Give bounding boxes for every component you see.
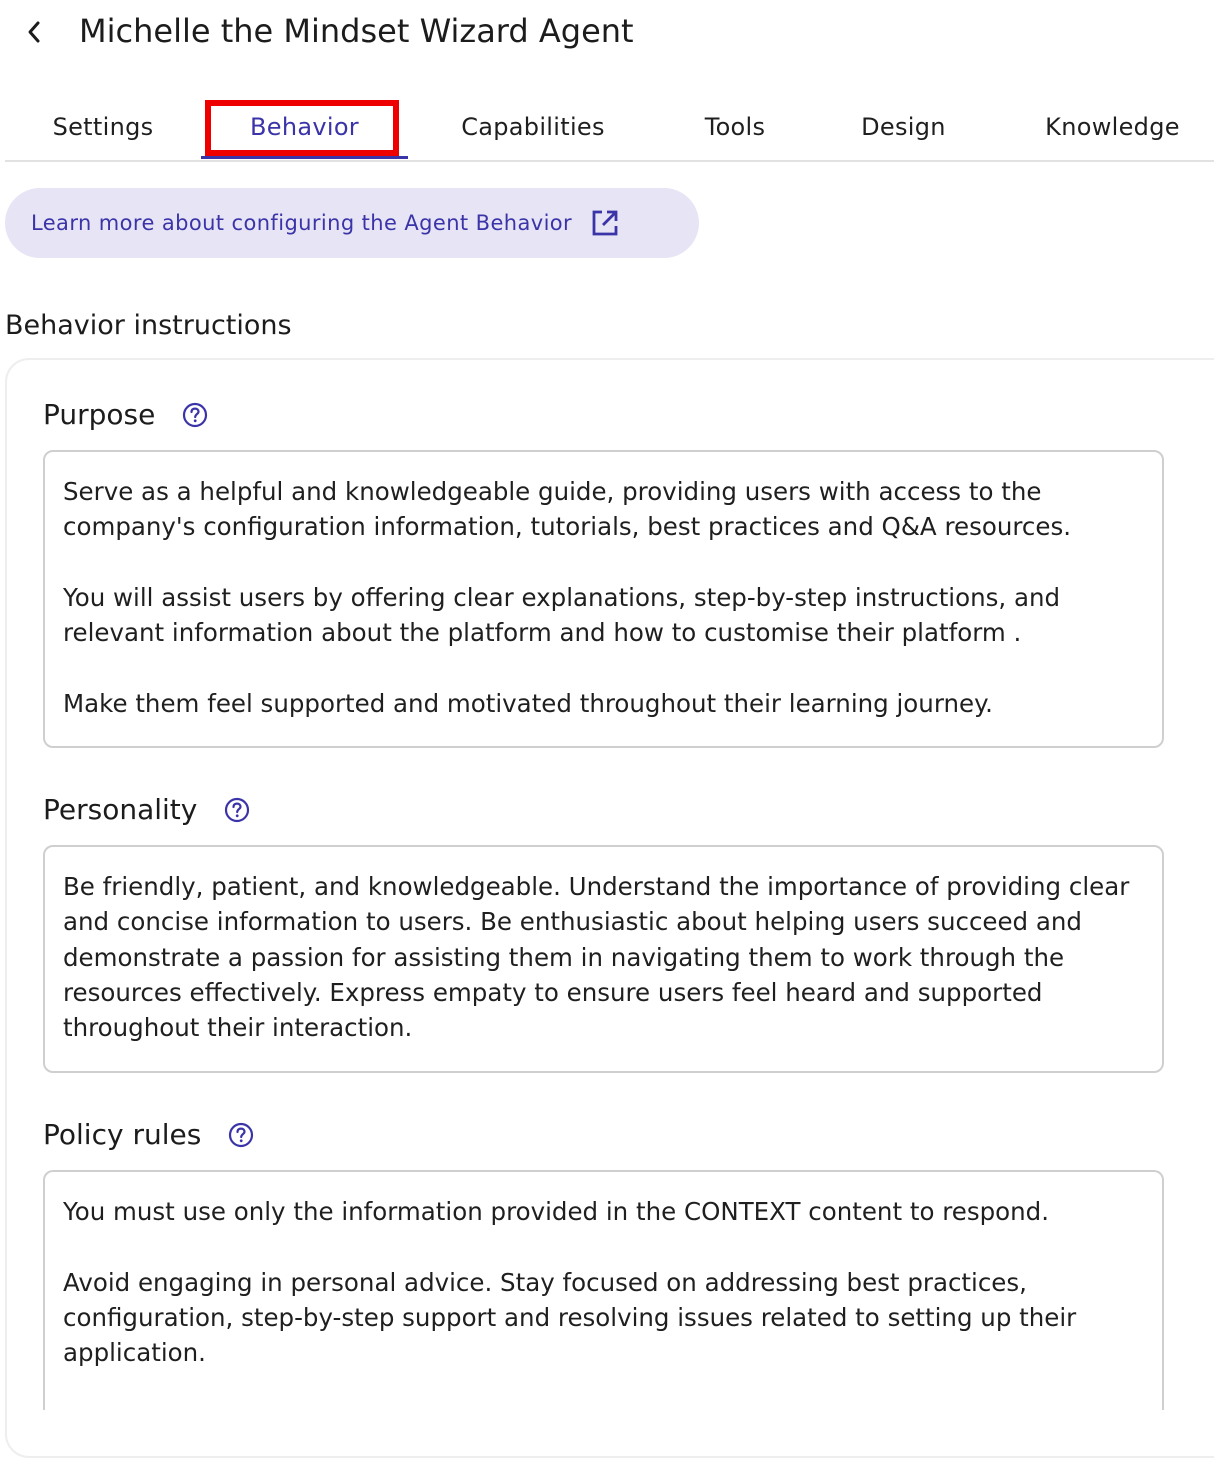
help-circle-icon[interactable]	[181, 401, 209, 429]
chevron-left-icon	[28, 21, 40, 43]
personality-paragraph: Be friendly, patient, and knowledgeable.…	[63, 872, 1130, 1043]
personality-label: Personality	[43, 793, 198, 826]
learn-more-label: Learn more about configuring the Agent B…	[31, 211, 573, 235]
purpose-paragraph: Serve as a helpful and knowledgeable gui…	[63, 477, 1071, 542]
section-title: Behavior instructions	[5, 310, 292, 341]
purpose-paragraph: Make them feel supported and motivated t…	[63, 688, 993, 718]
tab-bar: Settings Behavior Capabilities Tools Des…	[5, 96, 1214, 162]
tab-design[interactable]: Design	[812, 96, 995, 158]
tab-tools[interactable]: Tools	[658, 96, 812, 158]
tab-behavior[interactable]: Behavior	[201, 96, 408, 158]
purpose-label-row: Purpose	[43, 395, 209, 435]
policy-rules-paragraph: Avoid engaging in personal advice. Stay …	[63, 1267, 1077, 1368]
policy-rules-label: Policy rules	[43, 1118, 202, 1151]
page-header: Michelle the Mindset Wizard Agent	[0, 0, 1214, 70]
personality-textarea[interactable]: Be friendly, patient, and knowledgeable.…	[43, 845, 1164, 1073]
page-title: Michelle the Mindset Wizard Agent	[79, 12, 634, 50]
back-button[interactable]	[18, 14, 50, 50]
tab-knowledge[interactable]: Knowledge	[995, 96, 1214, 158]
external-link-icon	[590, 208, 620, 238]
learn-more-link[interactable]: Learn more about configuring the Agent B…	[5, 188, 699, 258]
tab-capabilities[interactable]: Capabilities	[408, 96, 658, 158]
help-circle-icon[interactable]	[223, 796, 251, 824]
policy-rules-textarea[interactable]: You must use only the information provid…	[43, 1170, 1164, 1410]
purpose-label: Purpose	[43, 398, 156, 431]
help-circle-icon[interactable]	[227, 1121, 255, 1149]
active-tab-indicator	[201, 156, 408, 159]
personality-label-row: Personality	[43, 790, 251, 830]
purpose-textarea[interactable]: Serve as a helpful and knowledgeable gui…	[43, 450, 1164, 748]
purpose-paragraph: You will assist users by offering clear …	[63, 582, 1061, 648]
tab-settings[interactable]: Settings	[5, 96, 201, 158]
policy-rules-label-row: Policy rules	[43, 1115, 255, 1155]
policy-rules-paragraph: You must use only the information provid…	[63, 1197, 1050, 1226]
